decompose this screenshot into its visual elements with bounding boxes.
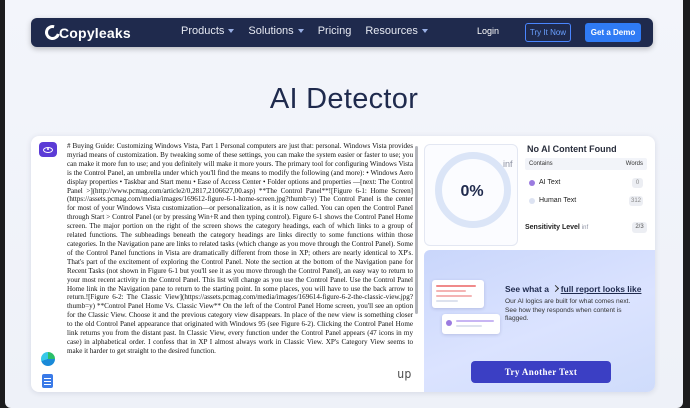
result-title: No AI Content Found bbox=[527, 144, 617, 154]
table-row: AI Text 0 bbox=[525, 176, 647, 190]
table-row: Human Text 312 bbox=[525, 194, 647, 208]
sensitivity-info-tag: inf bbox=[581, 225, 589, 231]
page: Copyleaks Products Solutions Pricing Res… bbox=[5, 0, 683, 408]
page-title: AI Detector bbox=[269, 83, 419, 115]
promo-heading: See what a full report looks like bbox=[505, 284, 642, 294]
nav-pricing[interactable]: Pricing bbox=[318, 25, 352, 37]
text-input[interactable]: # Buying Guide: Customizing Windows Vist… bbox=[67, 142, 413, 358]
chevron-down-icon bbox=[421, 29, 428, 33]
ai-score: 0% bbox=[460, 183, 484, 200]
detector-card: # Buying Guide: Customizing Windows Vist… bbox=[31, 136, 655, 392]
corner-tag: up bbox=[397, 367, 412, 381]
eye-icon[interactable] bbox=[39, 142, 57, 157]
text-scrollbar[interactable] bbox=[415, 146, 418, 314]
nav-products[interactable]: Products bbox=[181, 25, 235, 37]
edge-browser-icon[interactable] bbox=[41, 352, 55, 366]
try-it-now-button[interactable]: Try It Now bbox=[525, 23, 571, 42]
nav-links: Products Solutions Pricing Resources bbox=[181, 25, 442, 37]
chevron-down-icon bbox=[297, 29, 304, 33]
ai-text-dot bbox=[529, 180, 535, 186]
ai-text-label: AI Text bbox=[539, 179, 561, 186]
sensitivity-label: Sensitivity Level inf bbox=[525, 224, 589, 231]
editor-toolbar bbox=[39, 142, 57, 388]
chevron-down-icon bbox=[228, 29, 235, 33]
report-preview-illustration bbox=[432, 280, 500, 340]
get-demo-button[interactable]: Get a Demo bbox=[585, 23, 641, 42]
login-link[interactable]: Login bbox=[477, 26, 499, 36]
nav-resources[interactable]: Resources bbox=[365, 25, 428, 37]
logo-text: Copyleaks bbox=[59, 24, 131, 41]
human-text-dot bbox=[529, 198, 535, 204]
promo-body: Our AI logics are built for what comes n… bbox=[505, 298, 631, 323]
google-docs-icon[interactable] bbox=[42, 374, 53, 388]
ai-text-count: 0 bbox=[632, 178, 643, 188]
sensitivity-value[interactable]: 2/3 bbox=[632, 222, 647, 233]
top-nav: Copyleaks Products Solutions Pricing Res… bbox=[31, 18, 653, 47]
try-another-text-button[interactable]: Try Another Text bbox=[471, 361, 611, 383]
result-table-header: Contains Words bbox=[525, 158, 647, 170]
gauge-info-tag: inf bbox=[503, 159, 513, 169]
human-text-label: Human Text bbox=[539, 197, 577, 204]
header-words: Words bbox=[625, 161, 643, 167]
score-gauge: 0% inf bbox=[424, 144, 518, 246]
nav-solutions[interactable]: Solutions bbox=[248, 25, 304, 37]
full-report-promo: See what a full report looks like Our AI… bbox=[424, 250, 655, 392]
human-text-count: 312 bbox=[628, 196, 643, 206]
copyleaks-logo[interactable]: Copyleaks bbox=[42, 22, 131, 43]
header-contains: Contains bbox=[529, 161, 553, 167]
full-report-link[interactable]: full report looks like bbox=[561, 284, 642, 294]
external-link-icon bbox=[552, 284, 560, 293]
